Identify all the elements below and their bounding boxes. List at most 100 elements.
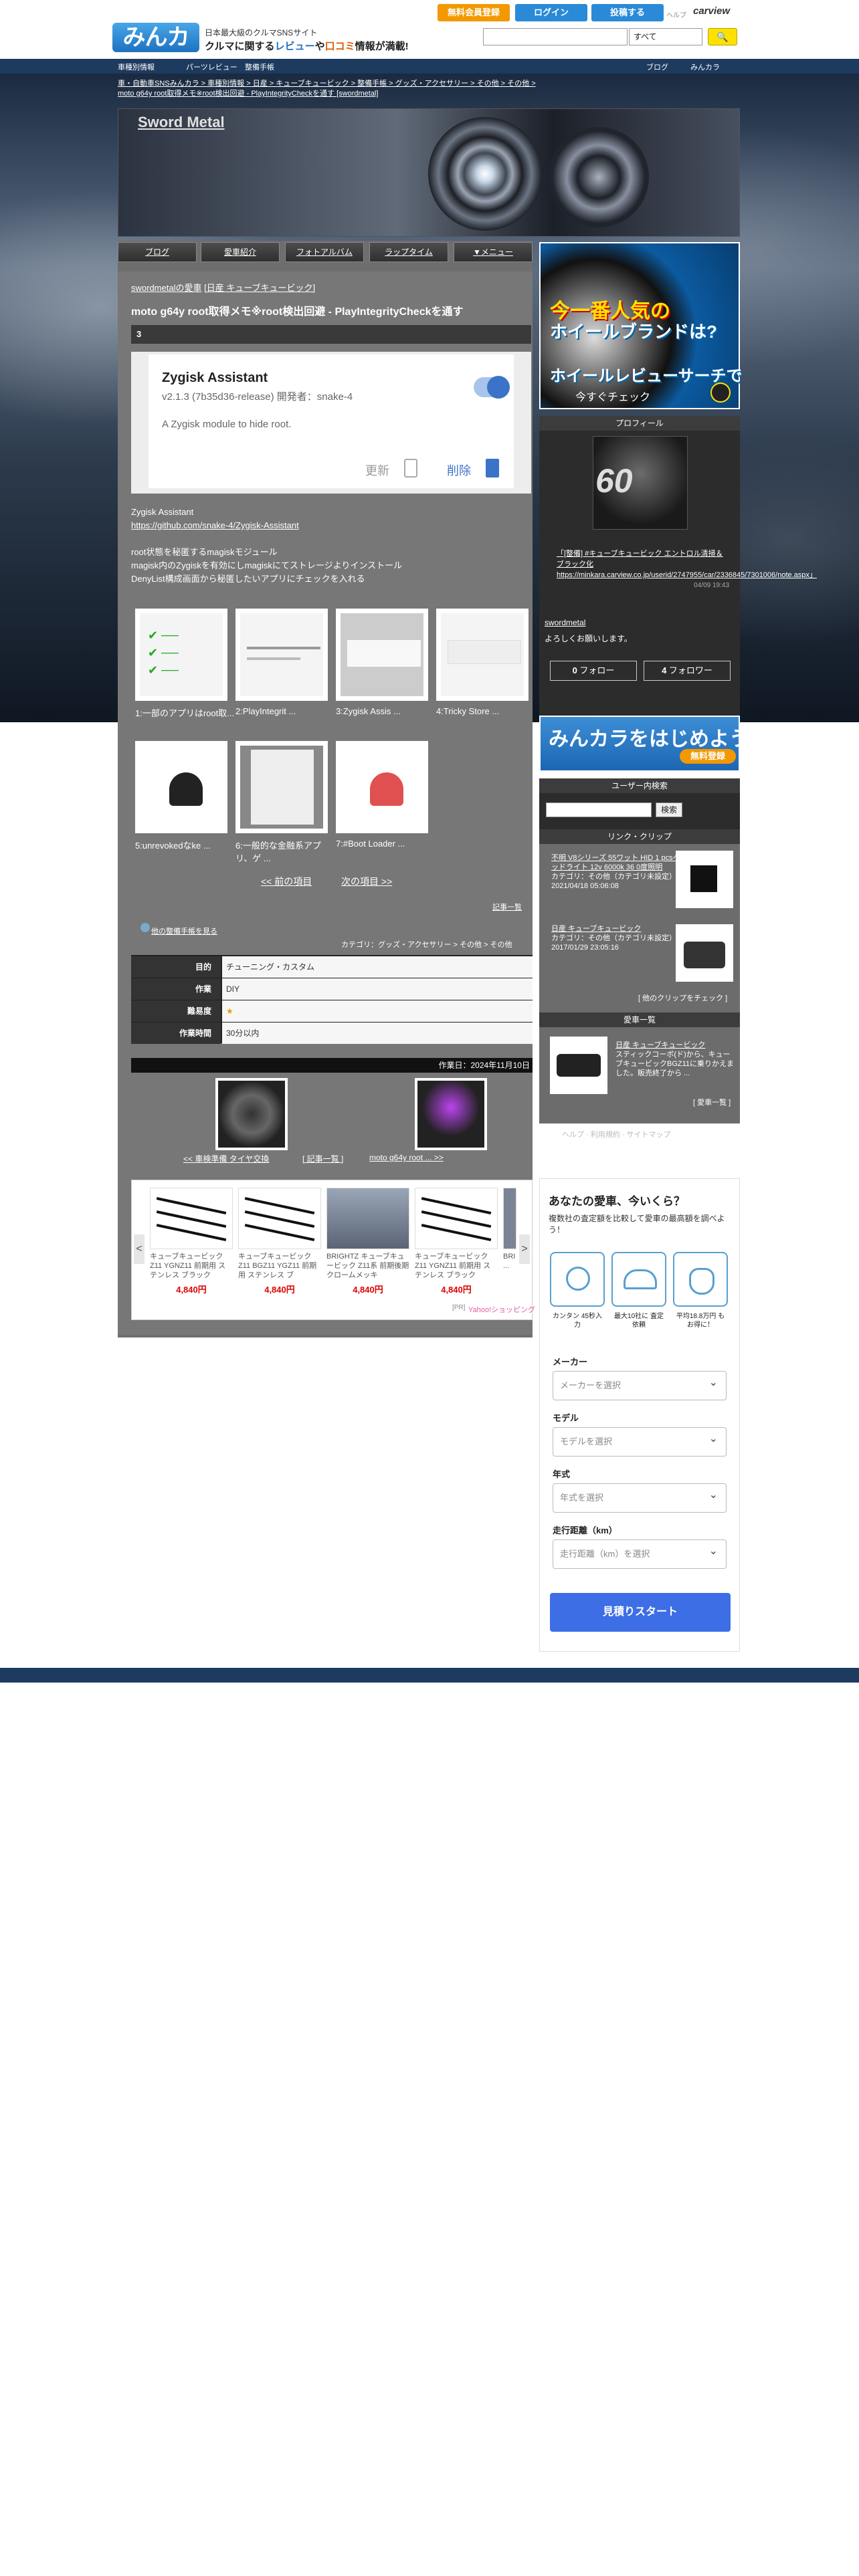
prev-article-link[interactable]: << 車検準備 タイヤ交換 xyxy=(183,1153,269,1164)
breadcrumb[interactable]: 車・自動車SNSみんカラ > 車種別情報 > 日産 > キューブキュービック >… xyxy=(118,79,740,99)
quote-subtitle: 複数社の査定額を比較して愛車の最高額を調べよう！ xyxy=(549,1214,725,1235)
step-caption[interactable]: 6:一般的な金融系アプリ、ゲ ... xyxy=(235,839,336,864)
post-button[interactable]: 投稿する xyxy=(591,4,664,21)
car-list-link[interactable]: [ 愛車一覧 ] xyxy=(693,1097,731,1107)
car-thumb[interactable] xyxy=(550,1037,607,1094)
site-logo[interactable]: みんカラ xyxy=(112,23,199,80)
step-caption[interactable]: 2:PlayIntegrit ... xyxy=(235,706,336,716)
ad-brand[interactable]: Yahoo!ショッピング xyxy=(468,1304,535,1315)
nav-parts-review[interactable]: パーツレビュー xyxy=(186,62,237,72)
nav-minkara[interactable]: みんカラ xyxy=(690,62,720,72)
clip-item[interactable]: 日産 キューブキュービック カテゴリ：その他（カテゴリ未設定） 2017/01/29… xyxy=(551,924,685,952)
other-steps-link[interactable]: 他の整備手帳を見る xyxy=(151,926,217,936)
tab-photo-album[interactable]: フォトアルバム xyxy=(285,242,364,262)
ad-subheadline: ホイールレビューサーチで xyxy=(550,367,743,385)
quote-start-button[interactable]: 見積りスタート xyxy=(550,1593,731,1632)
car-description: 日産 キューブキュービック スティックコーボ(ド)から、キューブキュービックBGZ… xyxy=(615,1041,736,1078)
step-caption[interactable]: 4:Tricky Store ... xyxy=(436,706,537,716)
carousel-prev-button[interactable]: < xyxy=(134,1235,145,1264)
follow-button[interactable]: 0 フォロー xyxy=(550,661,637,681)
article-title: moto g64y root取得メモ※root検出回避 - PlayIntegr… xyxy=(131,306,464,318)
tab-car-intro[interactable]: 愛車紹介 xyxy=(201,242,280,262)
ad-product[interactable]: BRI ... xyxy=(503,1188,516,1281)
ad-product[interactable]: BRIGHTZ キューブキュービック Z11系 前期後期 クロームメッキ 4,84… xyxy=(326,1188,409,1295)
step-caption[interactable]: 5:unrevokedなke ... xyxy=(135,839,235,851)
ad-product[interactable]: キューブキュービック Z11 YGNZ11 前期用 ステンレス ブラック 4,84… xyxy=(415,1188,498,1295)
carview-logo[interactable]: carview xyxy=(693,5,730,17)
nav-car-info[interactable]: 車種別情報 xyxy=(118,62,155,72)
step-thumbnail[interactable] xyxy=(336,609,428,701)
chevron-left-icon: < xyxy=(136,1243,142,1255)
tab-lap-time[interactable]: ラップタイム xyxy=(369,242,448,262)
spec-row: 目的 チューニング・カスタム xyxy=(131,956,533,978)
mileage-select[interactable]: 走行距離（km）を選択 xyxy=(553,1537,727,1569)
model-select[interactable]: モデルを選択 xyxy=(553,1425,727,1457)
people-icon xyxy=(611,1252,666,1307)
prev-article-thumb[interactable] xyxy=(215,1078,288,1150)
tab-menu[interactable]: ▼メニュー xyxy=(454,242,533,262)
year-select[interactable]: 年式を選択 xyxy=(553,1481,727,1513)
user-search-input[interactable] xyxy=(546,802,652,817)
step-caption[interactable]: 3:Zygisk Assis ... xyxy=(336,706,436,716)
step-thumbnail[interactable] xyxy=(235,741,328,833)
module-name: Zygisk Assistant xyxy=(162,370,268,385)
next-article-link[interactable]: moto g64y root ... >> xyxy=(369,1153,444,1162)
ad-product[interactable]: キューブキュービック Z11 BGZ11 YGZ11 前期用 ステンレス ブ 4,… xyxy=(238,1188,321,1295)
banner-title[interactable]: Sword Metal xyxy=(138,114,225,131)
year-label: 年式 xyxy=(553,1469,571,1479)
login-button[interactable]: ログイン xyxy=(515,4,587,21)
step-thumbnail[interactable] xyxy=(135,741,227,833)
android-icon xyxy=(169,772,203,806)
delete-label: 削除 xyxy=(447,464,471,477)
clip-thumb[interactable] xyxy=(676,851,733,908)
article-list-link[interactable]: [ 記事一覧 ] xyxy=(302,1153,343,1164)
step-thumbnail[interactable] xyxy=(336,741,428,833)
nav-maintenance[interactable]: 整備手帳 xyxy=(245,62,274,72)
clip-thumb[interactable] xyxy=(676,924,733,982)
car-title-link[interactable]: 日産 キューブキュービック xyxy=(615,1041,736,1050)
github-link[interactable]: https://github.com/snake-4/Zygisk-Assist… xyxy=(131,519,526,532)
step-thumbnail[interactable] xyxy=(436,609,529,701)
search-scope-select[interactable]: すべて xyxy=(629,28,702,45)
tab-blog[interactable]: ブログ xyxy=(118,242,197,262)
article-list-link[interactable]: 記事一覧 xyxy=(492,901,522,912)
carousel-next-button[interactable]: > xyxy=(519,1235,530,1264)
next-item-link[interactable]: 次の項目 >> xyxy=(341,875,392,888)
register-button[interactable]: 無料会員登録 xyxy=(438,4,510,21)
category-path[interactable]: カテゴリ：グッズ・アクセサリー > その他 > その他 xyxy=(341,939,512,950)
pr-label: [PR] xyxy=(452,1304,466,1311)
nav-blog[interactable]: ブログ xyxy=(646,62,668,72)
next-article-thumb[interactable] xyxy=(415,1078,487,1150)
faint-links[interactable]: ヘルプ · 利用規約 · サイトマップ xyxy=(562,1129,671,1140)
step-caption[interactable]: 1:一部のアプリはroot取... xyxy=(135,706,235,719)
like-count[interactable]: 3 xyxy=(136,329,141,339)
step-thumbnail[interactable] xyxy=(235,609,328,701)
car-owner-title[interactable]: swordmetalの愛車 [日産 キューブキュービック] xyxy=(131,281,315,294)
clip-item[interactable]: 不明 V8シリーズ 55ワット HID 1 pcsヘッドライト 12v 6000… xyxy=(551,853,685,891)
user-search-heading: ユーザー内検索 xyxy=(539,778,740,793)
maker-label: メーカー xyxy=(553,1357,588,1367)
maker-select[interactable]: メーカーを選択 xyxy=(553,1369,727,1400)
step-caption[interactable]: 7:#Boot Loader ... xyxy=(336,839,436,849)
ad-product[interactable]: キューブキュービック Z11 YGNZ11 前期用 ステンレス ブラック 4,84… xyxy=(150,1188,233,1295)
toggle-knob xyxy=(487,376,510,399)
search-input[interactable] xyxy=(483,28,628,45)
quote-feature: 最大10社に 査定依頼 xyxy=(614,1313,664,1329)
blog-tabs: ブログ 愛車紹介 フォトアルバム ラップタイム ▼メニュー xyxy=(118,242,533,263)
footer-bar xyxy=(0,1668,859,1683)
prev-item-link[interactable]: << 前の項目 xyxy=(261,875,312,888)
step-thumbnail[interactable]: ✔ ── ✔ ── ✔ ── xyxy=(135,609,227,701)
profile-name[interactable]: swordmetal xyxy=(545,618,585,627)
trash-icon xyxy=(486,459,499,477)
user-search-button[interactable]: 検索 xyxy=(656,802,682,817)
profile-heading: プロフィール xyxy=(539,416,740,431)
follower-button[interactable]: 4 フォロワー xyxy=(644,661,731,681)
search-icon: 🔍 xyxy=(717,31,729,42)
search-button[interactable]: 🔍 xyxy=(708,28,737,45)
help-link[interactable]: ヘルプ xyxy=(666,9,686,19)
money-bag-icon xyxy=(673,1252,728,1307)
headlamp-image xyxy=(549,127,649,227)
more-clips-link[interactable]: [ 他のクリップをチェック ] xyxy=(638,992,727,1003)
ad-cta: 今すぐチェック xyxy=(575,392,651,403)
spec-row: 作業 DIY xyxy=(131,978,533,1000)
